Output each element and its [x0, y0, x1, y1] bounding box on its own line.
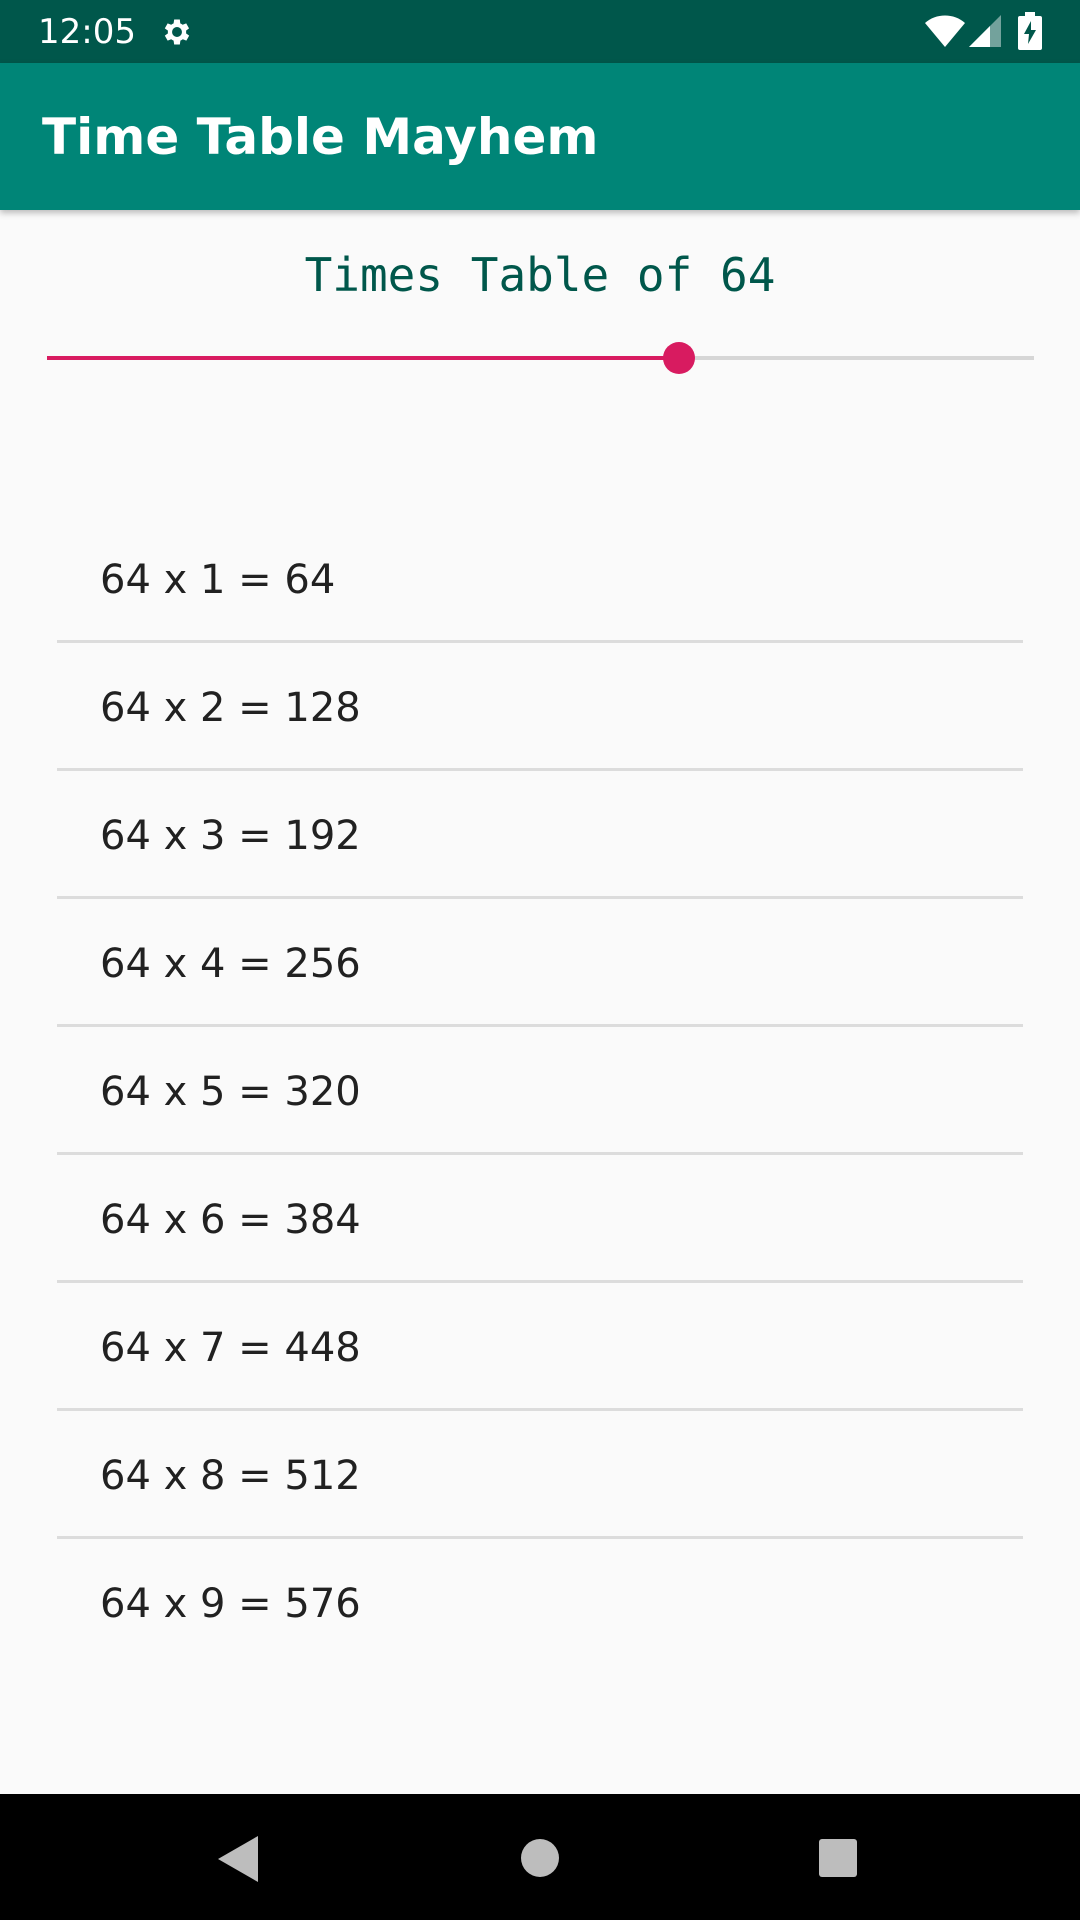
recents-icon[interactable]	[818, 1838, 858, 1878]
list-item-text: 64 x 9 = 576	[100, 1581, 361, 1627]
signal-icon	[969, 15, 1001, 47]
list-item-text: 64 x 1 = 64	[100, 557, 336, 603]
list-item[interactable]: 64 x 6 = 384	[57, 1155, 1023, 1283]
list-item[interactable]: 64 x 5 = 320	[57, 1027, 1023, 1155]
table-number-slider[interactable]	[47, 340, 1034, 376]
list-item-text: 64 x 4 = 256	[100, 941, 361, 987]
list-item-text: 64 x 6 = 384	[100, 1197, 361, 1243]
home-icon[interactable]	[520, 1838, 560, 1878]
list-item[interactable]: 64 x 2 = 128	[57, 643, 1023, 771]
status-time: 12:05	[38, 12, 136, 52]
back-icon[interactable]	[216, 1834, 260, 1884]
status-bar: 12:05	[0, 0, 1080, 63]
battery-icon	[1018, 12, 1042, 50]
times-table-heading: Times Table of 64	[304, 248, 776, 302]
list-item-text: 64 x 5 = 320	[100, 1069, 361, 1115]
list-item-text: 64 x 2 = 128	[100, 685, 361, 731]
app-bar: Time Table Mayhem	[0, 63, 1080, 210]
list-item[interactable]: 64 x 4 = 256	[57, 899, 1023, 1027]
wifi-icon	[925, 15, 965, 47]
slider-fill	[47, 356, 679, 360]
list-item-text: 64 x 8 = 512	[100, 1453, 361, 1499]
list-item[interactable]: 64 x 7 = 448	[57, 1283, 1023, 1411]
list-item[interactable]: 64 x 9 = 576	[57, 1539, 1023, 1667]
gear-icon	[164, 19, 190, 45]
list-item-text: 64 x 7 = 448	[100, 1325, 361, 1371]
list-item-text: 64 x 3 = 192	[100, 813, 361, 859]
slider-thumb[interactable]	[663, 342, 695, 374]
screen: 12:05 Time Table Mayhem Times Table of 6…	[0, 0, 1080, 1920]
list-item[interactable]: 64 x 3 = 192	[57, 771, 1023, 899]
navigation-bar	[0, 1794, 1080, 1920]
list-item[interactable]: 64 x 8 = 512	[57, 1411, 1023, 1539]
times-table-list[interactable]: 64 x 1 = 64 64 x 2 = 128 64 x 3 = 192 64…	[57, 515, 1023, 1667]
list-item[interactable]: 64 x 1 = 64	[57, 515, 1023, 643]
app-title: Time Table Mayhem	[42, 108, 599, 166]
